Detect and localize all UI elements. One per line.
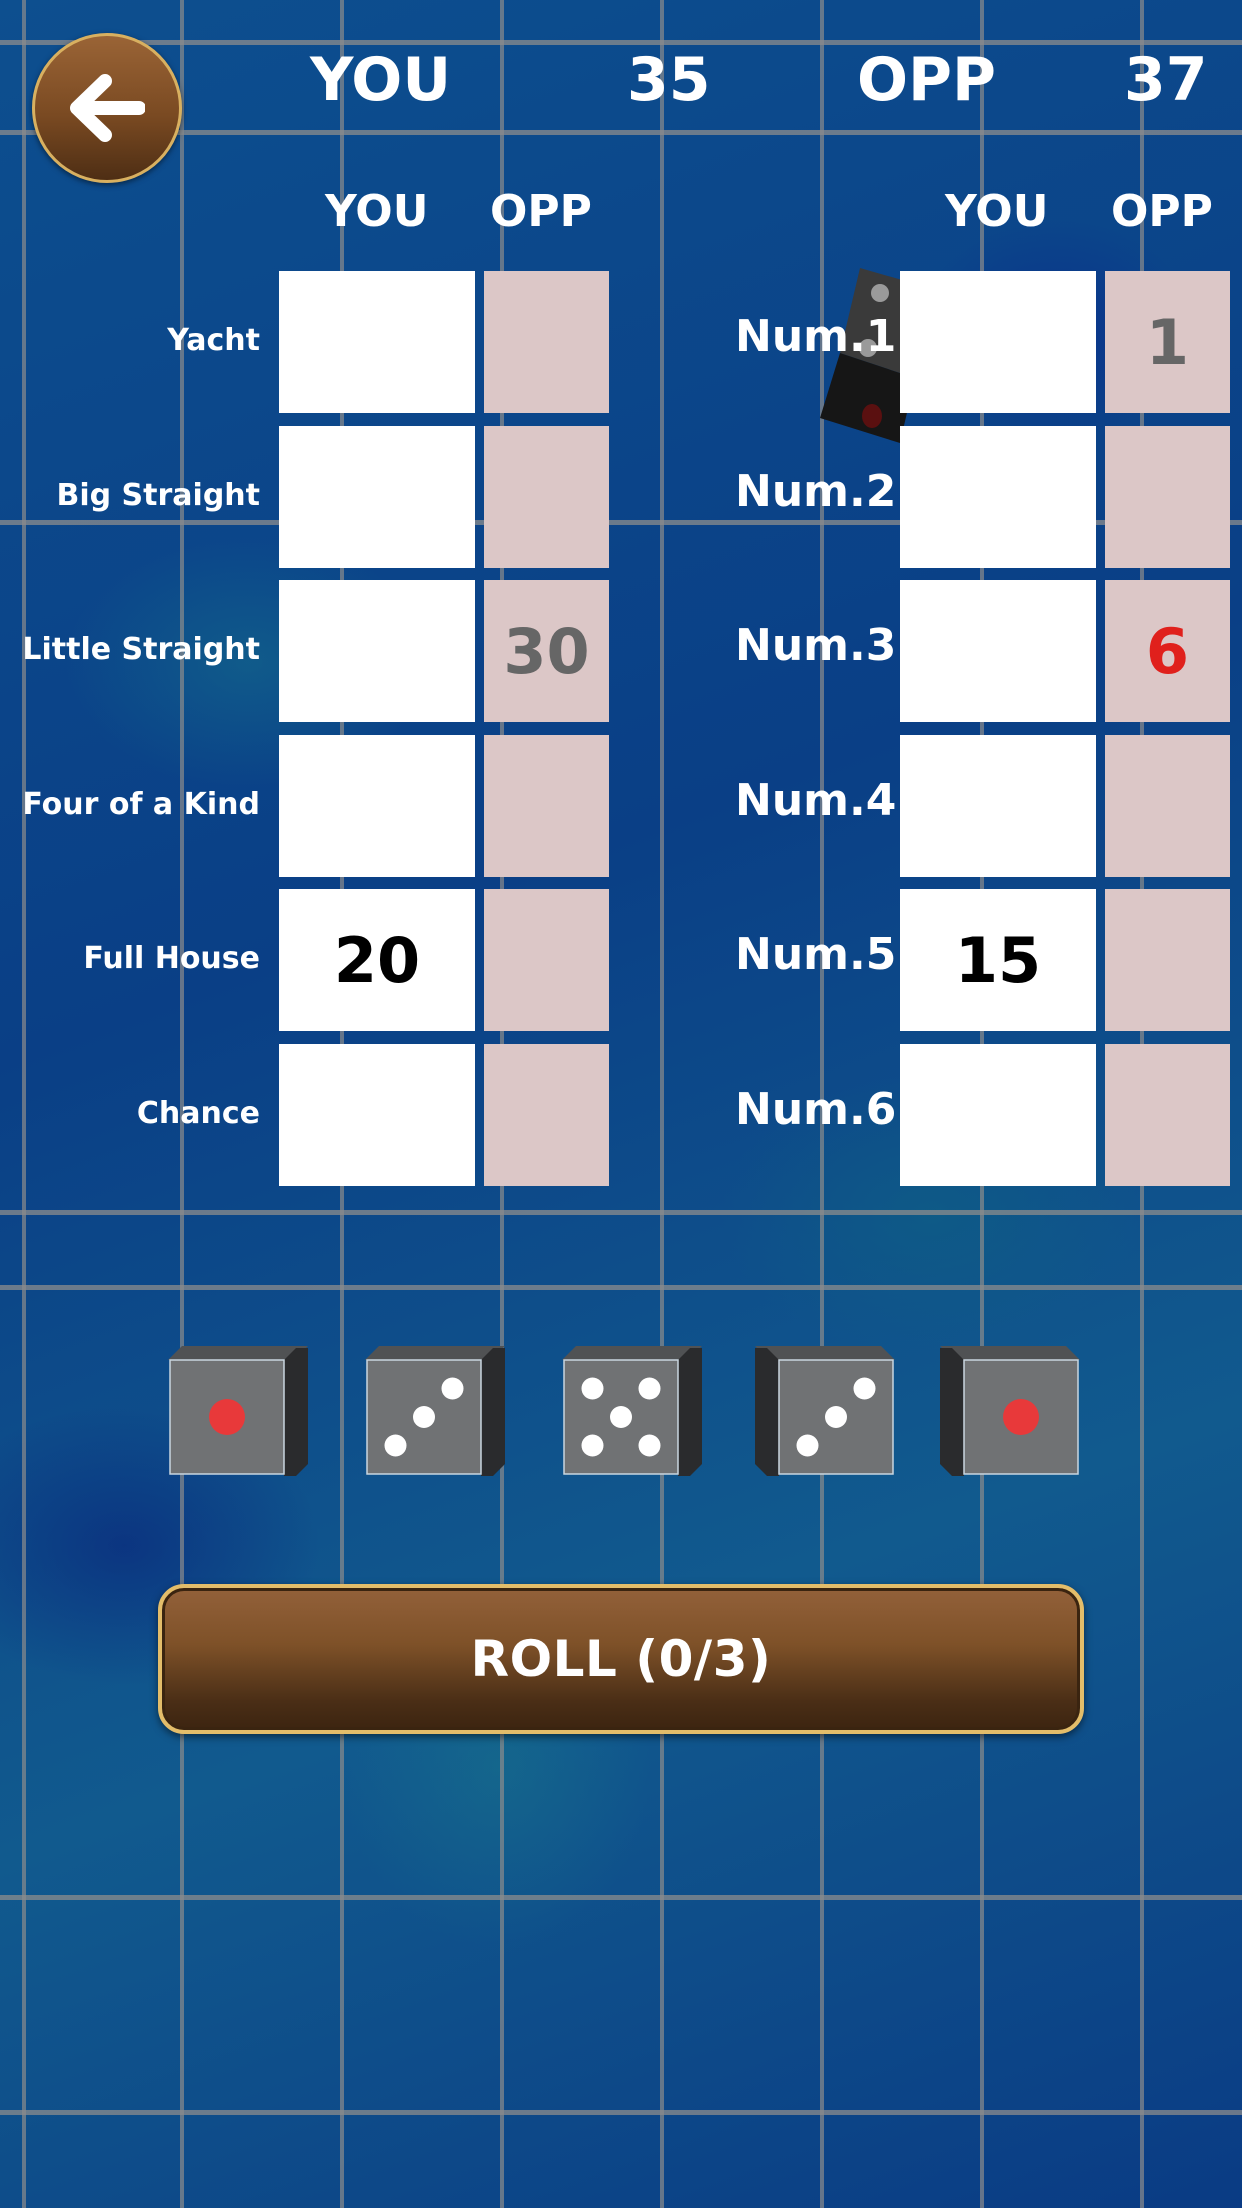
category-label: Chance [136, 1096, 260, 1131]
die[interactable] [365, 1346, 505, 1476]
grid-line [0, 1895, 1242, 1900]
back-button[interactable] [32, 33, 182, 183]
grid-line [0, 2110, 1242, 2115]
die-pip [441, 1377, 464, 1400]
category-label: Num.4 [735, 775, 897, 826]
die[interactable] [940, 1346, 1080, 1476]
die-pip [638, 1377, 661, 1400]
you-score-cell[interactable] [279, 580, 475, 722]
grid-line [0, 1210, 1242, 1215]
die-pip [1003, 1399, 1039, 1435]
you-score-cell[interactable] [279, 271, 475, 413]
you-score-cell[interactable] [279, 426, 475, 568]
die-pip [796, 1434, 819, 1457]
arrow-left-icon [70, 74, 145, 142]
category-label: Num.3 [735, 620, 897, 671]
you-total-label: YOU [310, 45, 452, 115]
you-score-cell[interactable] [900, 271, 1096, 413]
opp-score-cell: 6 [1105, 580, 1230, 722]
category-label: Big Straight [56, 478, 260, 513]
die-pip [610, 1406, 632, 1428]
you-score-cell[interactable] [900, 580, 1096, 722]
you-score-cell[interactable] [279, 1044, 475, 1186]
grid-line [0, 130, 1242, 135]
you-total-score: 35 [627, 45, 711, 115]
die-pip [581, 1434, 604, 1457]
opp-score-cell [484, 1044, 609, 1186]
die[interactable] [562, 1346, 702, 1476]
category-label: Full House [83, 941, 260, 976]
category-label: Num.2 [735, 466, 897, 517]
die[interactable] [755, 1346, 895, 1476]
category-label: Little Straight [22, 632, 260, 667]
die-pip [638, 1434, 661, 1457]
die-pip [209, 1399, 245, 1435]
opp-score-cell [1105, 889, 1230, 1031]
roll-button-label: ROLL (0/3) [470, 1630, 772, 1688]
opp-total-label: OPP [857, 45, 996, 115]
opp-score-cell [484, 426, 609, 568]
category-label: Num.5 [735, 929, 897, 980]
left-col-opp-header: OPP [490, 186, 592, 237]
grid-line [0, 40, 1242, 45]
you-score-cell[interactable] [900, 426, 1096, 568]
grid-line [660, 0, 664, 2208]
category-label: Four of a Kind [22, 787, 260, 822]
die-pip [853, 1377, 876, 1400]
category-label: Num.6 [735, 1084, 897, 1135]
die-pip [413, 1406, 435, 1428]
opp-score-cell [1105, 426, 1230, 568]
die-pip [581, 1377, 604, 1400]
opp-score-cell [484, 889, 609, 1031]
right-col-opp-header: OPP [1111, 186, 1213, 237]
you-score-cell[interactable]: 15 [900, 889, 1096, 1031]
opp-score-cell: 1 [1105, 271, 1230, 413]
you-score-cell[interactable] [279, 735, 475, 877]
you-score-cell[interactable] [900, 1044, 1096, 1186]
grid-line [0, 1285, 1242, 1290]
category-label: Num.1 [735, 311, 897, 362]
dice-tray [0, 1346, 1242, 1476]
opp-score-cell [1105, 735, 1230, 877]
opp-score-cell: 30 [484, 580, 609, 722]
die-pip [384, 1434, 407, 1457]
grid-line [22, 0, 26, 2208]
opp-score-cell [484, 735, 609, 877]
opp-total-score: 37 [1124, 45, 1208, 115]
you-score-cell[interactable]: 20 [279, 889, 475, 1031]
roll-button[interactable]: ROLL (0/3) [158, 1584, 1084, 1734]
die[interactable] [168, 1346, 308, 1476]
category-label: Yacht [167, 323, 260, 358]
opp-score-cell [1105, 1044, 1230, 1186]
opp-score-cell [484, 271, 609, 413]
left-col-you-header: YOU [325, 186, 429, 237]
you-score-cell[interactable] [900, 735, 1096, 877]
die-pip [825, 1406, 847, 1428]
right-col-you-header: YOU [945, 186, 1049, 237]
